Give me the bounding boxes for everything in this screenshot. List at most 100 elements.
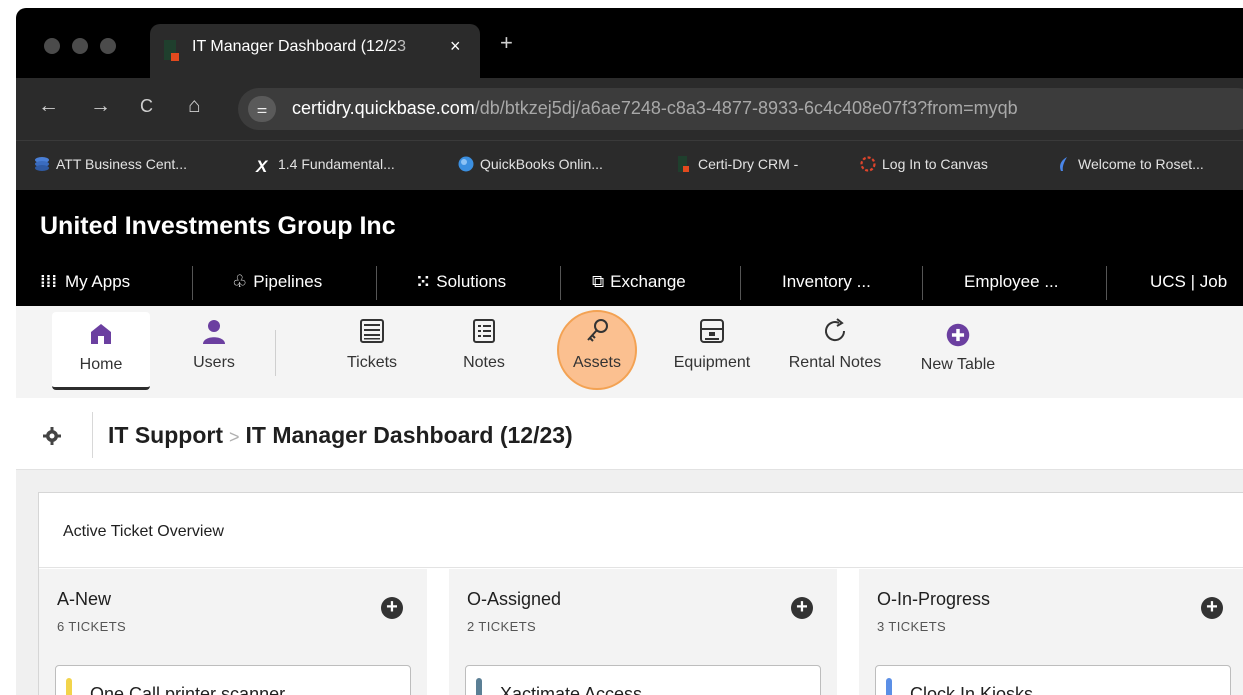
bookmark-att[interactable]: ATT Business Cent... [34, 156, 187, 172]
solutions-icon: ⁙ [416, 272, 431, 291]
app-nav: ⁞⁞⁞ My Apps ♧ Pipelines ⁙ Solutions ⧉ Exchan… [16, 260, 1243, 306]
new-tab-icon[interactable]: + [500, 30, 513, 56]
bookmark-certidry-crm[interactable]: Certi-Dry CRM - [676, 156, 798, 172]
panel-title: Active Ticket Overview [63, 523, 224, 540]
breadcrumb: IT Support > IT Manager Dashboard (12/23) [108, 422, 573, 449]
ticket-list-icon [360, 319, 384, 343]
pipelines-icon: ♧ [232, 272, 248, 291]
status-bar [886, 678, 892, 695]
x-logo-icon: X [256, 157, 268, 176]
tab-close-icon[interactable]: × [450, 36, 461, 57]
bookmark-canvas[interactable]: Log In to Canvas [860, 156, 988, 172]
circle-icon [458, 156, 474, 172]
add-ticket-button[interactable]: + [791, 597, 813, 619]
ticket-title: Xactimate Access [500, 684, 643, 695]
nav-inventory[interactable]: Inventory ... [782, 272, 871, 292]
home-icon [91, 324, 111, 344]
table-equipment[interactable]: Equipment [662, 316, 762, 372]
reload-icon[interactable]: C [140, 96, 153, 117]
page-title: IT Manager Dashboard (12/23) [245, 422, 573, 448]
nav-divider [1106, 266, 1107, 300]
bookmark-rosetta[interactable]: Welcome to Roset... [1056, 156, 1204, 172]
ticket-overview-panel: Active Ticket Overview A-New 6 TICKETS +… [38, 492, 1243, 695]
grid-icon: ⁞⁞⁞ [40, 272, 57, 291]
canvas-icon [860, 156, 876, 172]
window-zoom-dot[interactable] [100, 38, 116, 54]
status-bar [66, 678, 72, 695]
header-divider [92, 412, 93, 458]
column-name: O-In-Progress [877, 589, 991, 609]
bookmark-fundamentals[interactable]: X 1.4 Fundamental... [256, 156, 395, 176]
kanban-column-o-in-progress: O-In-Progress 3 TICKETS + Clock In Kiosk… [859, 569, 1243, 695]
bookmarks-bar: ATT Business Cent... X 1.4 Fundamental...… [16, 140, 1243, 190]
add-ticket-button[interactable]: + [381, 597, 403, 619]
url-path: /db/btkzej5dj/a6ae7248-c8a3-4877-8933-6c… [474, 98, 1018, 118]
app-header: United Investments Group Inc ⁞⁞⁞ My Apps … [16, 190, 1243, 306]
breadcrumb-parent[interactable]: IT Support [108, 422, 223, 448]
forward-arrow-icon[interactable]: → [90, 94, 111, 118]
ticket-card[interactable]: One Call printer scanner [55, 665, 411, 695]
quickbase-icon [676, 156, 692, 172]
window-minimize-dot[interactable] [72, 38, 88, 54]
ticket-card[interactable]: Xactimate Access [465, 665, 821, 695]
kanban-column-a-new: A-New 6 TICKETS + One Call printer scann… [39, 569, 427, 695]
nav-divider [376, 266, 377, 300]
table-toolbar: Home Users Tickets Notes Assets Equipmen… [16, 306, 1243, 398]
notes-icon [473, 319, 495, 343]
status-bar [476, 678, 482, 695]
table-home[interactable]: Home [52, 312, 150, 390]
table-rental-notes[interactable]: Rental Notes [780, 316, 890, 372]
equipment-icon [700, 319, 724, 343]
quickbase-favicon-icon [164, 40, 180, 61]
nav-divider [740, 266, 741, 300]
nav-divider [922, 266, 923, 300]
table-assets[interactable]: Assets [557, 316, 637, 372]
table-users[interactable]: Users [174, 316, 254, 372]
tab-strip: IT Manager Dashboard (12/23 × + [16, 8, 1243, 80]
toolbar-divider [275, 330, 276, 376]
home-nav-icon[interactable]: ⌂ [188, 94, 201, 118]
browser-tab-active[interactable]: IT Manager Dashboard (12/23 × [150, 24, 480, 80]
column-count: 2 TICKETS [467, 619, 537, 634]
ticket-title: Clock In Kiosks [910, 684, 1034, 695]
nav-divider [560, 266, 561, 300]
browser-window: IT Manager Dashboard (12/23 × + ← → C ⌂ … [16, 8, 1243, 695]
page-header: IT Support > IT Manager Dashboard (12/23) [16, 398, 1243, 470]
kanban-column-o-assigned: O-Assigned 2 TICKETS + Xactimate Access [449, 569, 837, 695]
table-new-table[interactable]: New Table [910, 316, 1006, 374]
site-info-icon[interactable]: ⚌ [248, 96, 276, 122]
nav-pipelines[interactable]: ♧ Pipelines [232, 272, 322, 292]
url-text[interactable]: certidry.quickbase.com/db/btkzej5dj/a6ae… [292, 98, 1018, 119]
nav-exchange[interactable]: ⧉ Exchange [592, 272, 686, 292]
url-host: certidry.quickbase.com [292, 98, 475, 118]
feather-icon [1056, 156, 1072, 172]
tab-title: IT Manager Dashboard (12/23 [192, 38, 407, 55]
ticket-title: One Call printer scanner [90, 684, 286, 695]
column-count: 3 TICKETS [877, 619, 947, 634]
column-count: 6 TICKETS [57, 619, 127, 634]
nav-my-apps[interactable]: ⁞⁞⁞ My Apps [40, 272, 130, 292]
nav-ucs-job[interactable]: UCS | Job [1150, 272, 1227, 292]
plus-circle-icon [946, 323, 970, 347]
add-ticket-button[interactable]: + [1201, 597, 1223, 619]
column-name: O-Assigned [467, 589, 562, 609]
window-close-dot[interactable] [44, 38, 60, 54]
column-name: A-New [57, 589, 112, 609]
ticket-card[interactable]: Clock In Kiosks [875, 665, 1231, 695]
refresh-icon [825, 318, 846, 342]
nav-employee[interactable]: Employee ... [964, 272, 1059, 292]
gear-icon[interactable] [42, 426, 62, 446]
breadcrumb-chevron-icon: > [228, 427, 240, 447]
bookmark-quickbooks[interactable]: QuickBooks Onlin... [458, 156, 603, 172]
table-tickets[interactable]: Tickets [332, 316, 412, 372]
user-icon [203, 320, 225, 344]
key-icon [587, 319, 608, 342]
stack-icon [34, 156, 50, 172]
app-title[interactable]: United Investments Group Inc [40, 212, 396, 241]
dashboard-area: Active Ticket Overview A-New 6 TICKETS +… [16, 470, 1243, 695]
panel-divider [39, 567, 1243, 568]
nav-solutions[interactable]: ⁙ Solutions [416, 272, 506, 292]
table-notes[interactable]: Notes [444, 316, 524, 372]
address-bar[interactable]: ⚌ certidry.quickbase.com/db/btkzej5dj/a6… [238, 88, 1243, 130]
back-arrow-icon[interactable]: ← [38, 94, 59, 118]
